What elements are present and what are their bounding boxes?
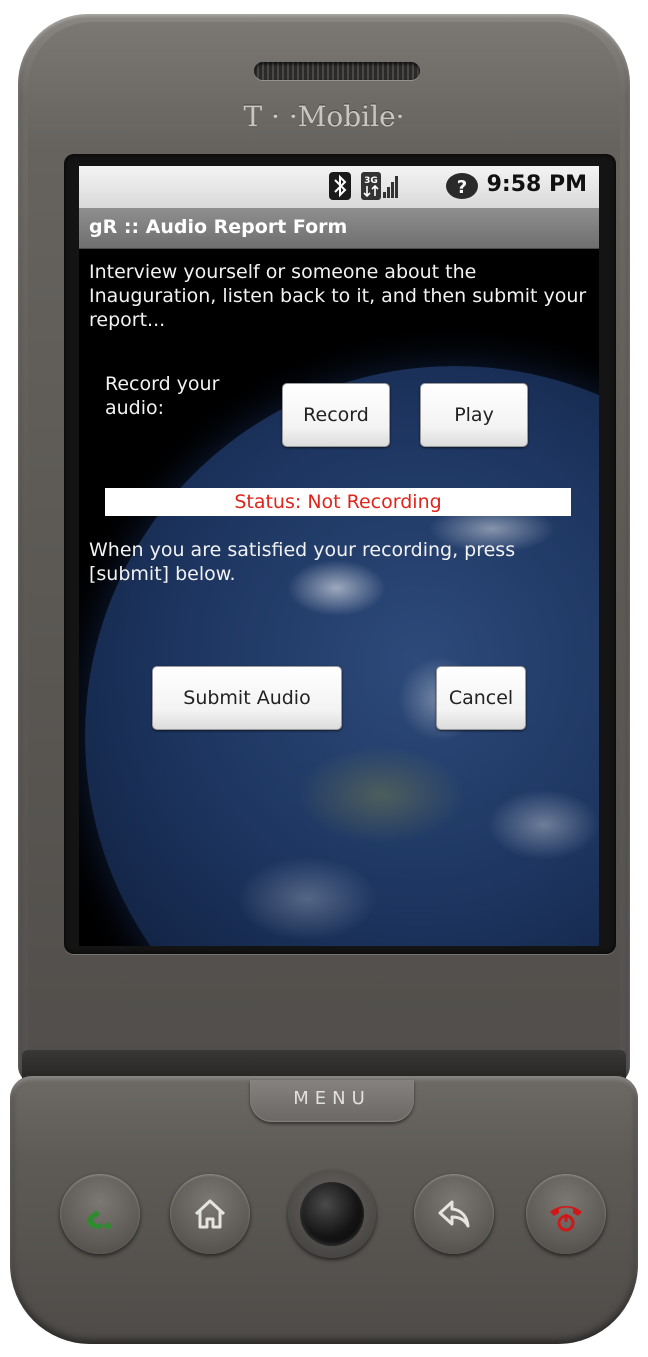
back-key[interactable] <box>414 1174 494 1254</box>
brand-logo: T · ·Mobile· <box>243 100 405 133</box>
end-call-key[interactable] <box>526 1174 606 1254</box>
play-button-label: Play <box>454 404 494 426</box>
menu-key-label: MENU <box>293 1088 371 1109</box>
cancel-button-label: Cancel <box>448 687 514 709</box>
3g-data-icon: 3G <box>361 172 398 200</box>
clock: 9:58 PM <box>486 172 587 197</box>
submit-audio-button[interactable]: Submit Audio <box>152 666 342 730</box>
recording-status: Status: Not Recording <box>105 488 571 516</box>
menu-key[interactable]: MENU <box>250 1080 414 1122</box>
home-key[interactable] <box>170 1174 250 1254</box>
bluetooth-icon <box>329 172 351 200</box>
trackball[interactable] <box>300 1182 364 1246</box>
earpiece-speaker <box>254 62 420 80</box>
call-key[interactable] <box>60 1174 140 1254</box>
back-icon <box>438 1200 470 1228</box>
end-call-icon <box>550 1206 582 1232</box>
help-icon: ? <box>446 173 478 199</box>
audio-report-form: Interview yourself or someone about the … <box>79 248 599 946</box>
status-bar: 3G ? 9:58 PM <box>79 166 599 208</box>
app-title: gR :: Audio Report Form <box>89 216 348 238</box>
record-button[interactable]: Record <box>282 383 390 447</box>
call-icon <box>87 1210 112 1230</box>
cancel-button[interactable]: Cancel <box>436 666 526 730</box>
submit-instructions: When you are satisfied your recording, p… <box>89 539 516 585</box>
svg-text:?: ? <box>457 177 467 198</box>
home-icon <box>194 1199 226 1229</box>
record-label: Record your audio: <box>105 373 220 419</box>
submit-audio-label: Submit Audio <box>183 687 311 709</box>
intro-text: Interview yourself or someone about the … <box>89 261 587 331</box>
svg-text:3G: 3G <box>364 176 378 186</box>
record-button-label: Record <box>303 404 369 426</box>
app-title-bar: gR :: Audio Report Form <box>79 208 599 249</box>
screen: 3G ? 9:58 PM gR :: Audio Report Form Int… <box>79 166 599 946</box>
play-button[interactable]: Play <box>420 383 528 447</box>
